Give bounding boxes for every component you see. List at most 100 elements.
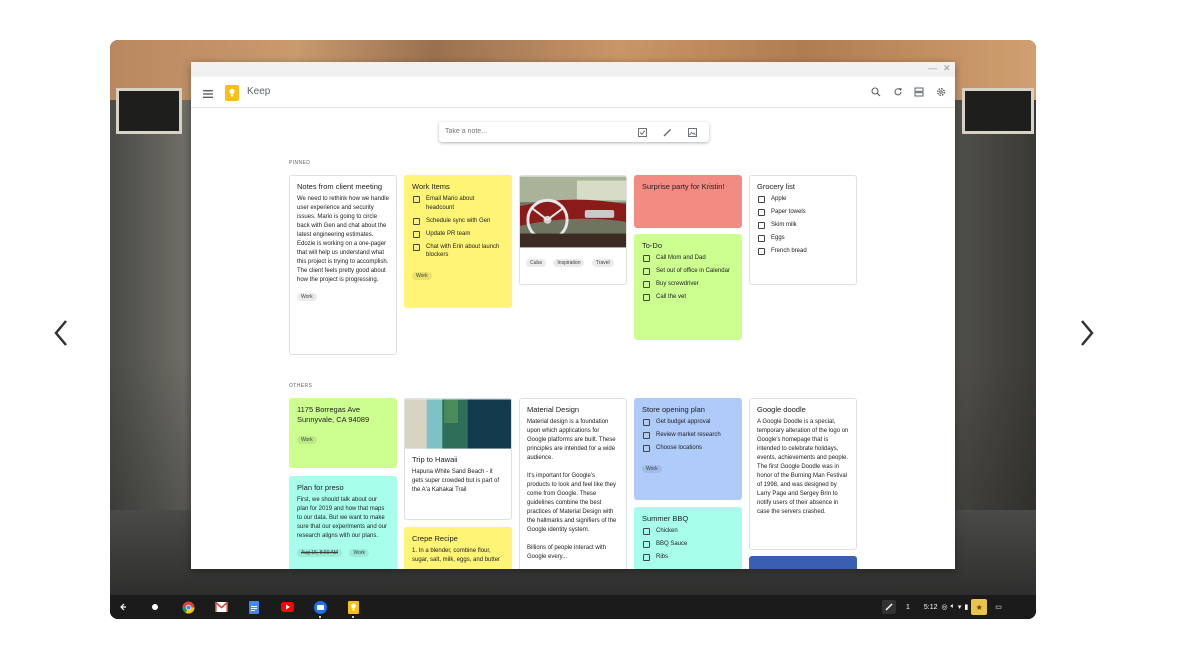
checkbox-icon[interactable] xyxy=(643,281,650,288)
keep-app-icon[interactable] xyxy=(346,600,360,618)
checklist-item[interactable]: Call the vet xyxy=(642,293,734,302)
checklist-item[interactable]: Skim milk xyxy=(757,221,849,230)
refresh-icon[interactable] xyxy=(891,85,905,99)
note-title: Crepe Recipe xyxy=(412,534,458,543)
label-chip[interactable]: Travel xyxy=(591,259,614,267)
youtube-icon[interactable] xyxy=(280,600,294,614)
checkbox-icon[interactable] xyxy=(413,243,420,251)
new-image-icon[interactable] xyxy=(686,126,698,138)
chrome-browser-icon[interactable] xyxy=(181,600,195,614)
note-grocery-list[interactable]: Grocery list Apple Paper towels Skim mil… xyxy=(749,175,857,285)
take-note-input[interactable] xyxy=(445,125,615,138)
checklist-item[interactable]: French bread xyxy=(757,247,849,256)
hamburger-menu-icon[interactable] xyxy=(203,86,213,98)
checkbox-icon[interactable] xyxy=(643,255,650,262)
note-work-items[interactable]: Work Items Email Mario about headcount S… xyxy=(404,175,512,308)
gmail-icon[interactable] xyxy=(214,600,228,614)
note-store-opening[interactable]: Store opening plan Get budget approval R… xyxy=(634,398,742,500)
checkbox-icon[interactable] xyxy=(758,196,765,203)
checkbox-icon[interactable] xyxy=(758,235,765,242)
checklist-item[interactable]: Update PR team xyxy=(412,230,504,239)
checklist-item[interactable]: Email Mario about headcount xyxy=(412,195,504,212)
note-title: Surprise party for Kristin! xyxy=(642,182,725,191)
label-chip[interactable]: Work xyxy=(297,436,317,444)
note-title: Google doodle xyxy=(757,405,806,414)
stylus-pen-icon[interactable] xyxy=(882,600,896,614)
screen-capture-icon[interactable]: ▭ xyxy=(995,603,1002,611)
checklist-item[interactable]: Call Mom and Dad xyxy=(642,254,734,263)
settings-gear-icon[interactable] xyxy=(934,85,948,99)
note-summer-bbq[interactable]: Summer BBQ Chicken BBQ Sauce Ribs xyxy=(634,507,742,569)
checklist-item[interactable]: Review market research xyxy=(642,431,734,440)
checklist-item-text: Update PR team xyxy=(426,230,471,237)
take-note-bar[interactable] xyxy=(439,122,709,142)
chromebook-screen: — ✕ Keep Take a note... PINNED OTHERS No… xyxy=(110,40,1036,619)
new-list-checkbox-icon[interactable] xyxy=(636,126,648,138)
checklist-item[interactable]: Schedule sync with Gen xyxy=(412,217,504,226)
checklist-item[interactable]: Chat with Erin about launch blockers xyxy=(412,243,504,260)
checklist-item[interactable]: Chicken xyxy=(642,527,734,536)
checkbox-icon[interactable] xyxy=(643,554,650,561)
label-chip[interactable]: Cuba xyxy=(526,259,546,267)
label-chip[interactable]: Work xyxy=(412,272,432,280)
note-surprise-party[interactable]: Surprise party for Kristin! xyxy=(634,175,742,228)
checklist-item[interactable]: BBQ Sauce xyxy=(642,540,734,549)
notification-count[interactable]: 1 xyxy=(906,604,910,611)
list-view-icon[interactable] xyxy=(912,85,926,99)
note-todo[interactable]: To-Do Call Mom and Dad Set out of office… xyxy=(634,234,742,340)
note-material-design[interactable]: Material Design Material design is a fou… xyxy=(519,398,627,569)
checkbox-icon[interactable] xyxy=(643,445,650,452)
checkbox-icon[interactable] xyxy=(643,528,650,535)
checkbox-icon[interactable] xyxy=(413,230,420,238)
note-address[interactable]: 1175 Borregas Ave Sunnyvale, CA 94089 Wo… xyxy=(289,398,397,468)
search-icon[interactable] xyxy=(869,85,883,99)
note-car-photo[interactable]: Cuba Inspiration Travel xyxy=(519,175,627,285)
reminder-chip[interactable]: Aug 15, 8:00 AM xyxy=(297,549,342,557)
close-button[interactable]: ✕ xyxy=(943,63,951,74)
note-title: Notes from client meeting xyxy=(297,182,383,191)
checklist-item[interactable]: Paper towels xyxy=(757,208,849,217)
checkbox-icon[interactable] xyxy=(413,217,420,225)
files-app-icon[interactable] xyxy=(313,600,327,618)
checkbox-icon[interactable] xyxy=(643,294,650,301)
note-trip-hawaii[interactable]: Trip to Hawaii Hapuna White Sand Beach -… xyxy=(404,398,512,520)
note-title: To-Do xyxy=(642,241,663,250)
checkbox-icon[interactable] xyxy=(758,209,765,216)
user-avatar[interactable]: ★ xyxy=(971,599,988,615)
note-plan-preso[interactable]: Plan for preso First, we should talk abo… xyxy=(289,476,397,569)
checkbox-icon[interactable] xyxy=(643,541,650,548)
google-docs-icon[interactable] xyxy=(247,600,261,614)
note-crepe-recipe[interactable]: Crepe Recipe 1. In a blender, combine fl… xyxy=(404,527,512,569)
checkbox-icon[interactable] xyxy=(758,248,765,255)
note-body: 1. In a blender, combine flour, sugar, s… xyxy=(412,548,501,563)
launcher-icon[interactable] xyxy=(148,600,162,614)
checklist-item[interactable]: Set out of office in Calendar xyxy=(642,267,734,276)
note-google-doodle[interactable]: Google doodle A Google Doodle is a speci… xyxy=(749,398,857,550)
next-slide-arrow-icon[interactable] xyxy=(1072,318,1102,348)
checkbox-icon[interactable] xyxy=(643,268,650,275)
checklist-item[interactable]: Eggs xyxy=(757,234,849,243)
checklist-item[interactable]: Apple xyxy=(757,195,849,204)
clock-time[interactable]: 5:12 xyxy=(924,604,938,611)
label-chip[interactable]: Work xyxy=(642,465,662,473)
note-image-partial[interactable] xyxy=(749,556,857,569)
back-arrow-icon[interactable] xyxy=(116,600,130,614)
checkbox-icon[interactable] xyxy=(758,222,765,229)
checklist-item[interactable]: Get budget approval xyxy=(642,418,734,427)
checklist-item-text: Call Mom and Dad xyxy=(656,255,706,261)
label-chip[interactable]: Work xyxy=(349,549,370,557)
status-tray[interactable]: 1 5:12 ◎ 🔈︎ ▾ ▮ ★ ▭ xyxy=(882,595,1002,619)
previous-slide-arrow-icon[interactable] xyxy=(46,318,76,348)
checklist-item[interactable]: Ribs xyxy=(642,553,734,562)
checklist-item[interactable]: Buy screwdriver xyxy=(642,280,734,289)
checkbox-icon[interactable] xyxy=(413,196,420,203)
checkbox-icon[interactable] xyxy=(643,419,650,426)
note-client-meeting[interactable]: Notes from client meeting We need to ret… xyxy=(289,175,397,355)
checklist-item-text: French bread xyxy=(771,248,807,254)
label-chip[interactable]: Inspiration xyxy=(553,259,585,267)
minimize-button[interactable]: — xyxy=(928,63,937,73)
label-chip[interactable]: Work xyxy=(297,293,317,301)
new-drawing-pen-icon[interactable] xyxy=(661,126,673,138)
checklist-item[interactable]: Choose locations xyxy=(642,444,734,453)
checkbox-icon[interactable] xyxy=(643,432,650,439)
